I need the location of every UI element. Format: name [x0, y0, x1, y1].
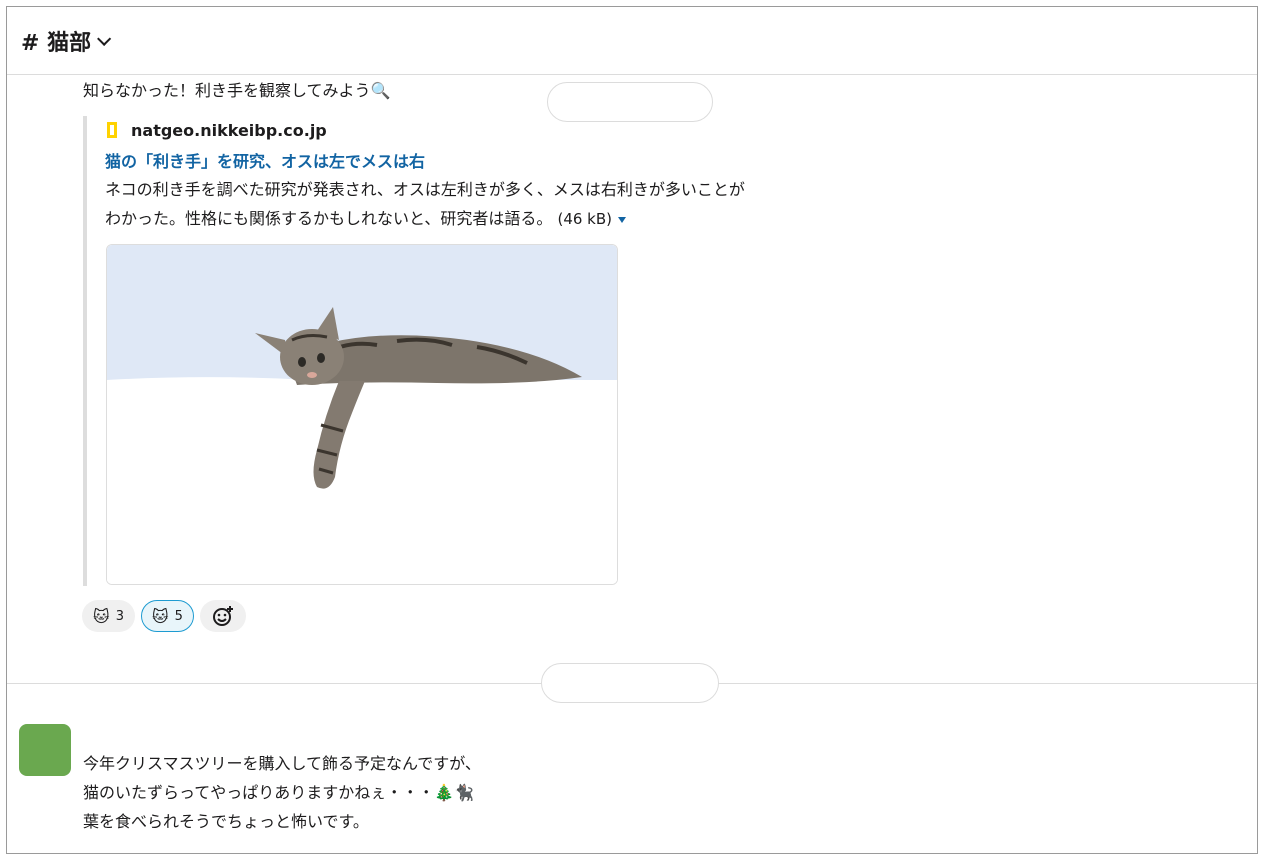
message-text: 今年クリスマスツリーを購入して飾る予定なんですが、 猫のいたずらってやっぱりあり… [83, 749, 481, 836]
message-line: 猫のいたずらってやっぱりありますかねぇ・・・🎄🐈‍⬛ [83, 783, 475, 802]
image-size-label: (46 kB) [557, 210, 613, 228]
reaction-bar: 🐱 3 🐱 5 [82, 600, 246, 632]
unfurl-description-line: ネコの利き手を調べた研究が発表され、オスは左利きが多く、メスは右利きが多いことが [105, 180, 745, 199]
unfurl-description-line: わかった。性格にも関係するかもしれないと、研究者は語る。 [105, 209, 553, 228]
unfurl-description: ネコの利き手を調べた研究が発表され、オスは左利きが多く、メスは右利きが多いことが… [105, 175, 925, 234]
reaction-pill[interactable]: 🐱 3 [82, 600, 135, 632]
reaction-pill-selected[interactable]: 🐱 5 [140, 600, 194, 632]
channel-name-button[interactable]: # 猫部 [21, 25, 112, 57]
unfurl-image[interactable] [106, 244, 618, 585]
image-size-toggle[interactable]: (46 kB) [557, 210, 627, 228]
message-line: 今年クリスマスツリーを購入して飾る予定なんですが、 [83, 754, 481, 773]
kitten-image [107, 245, 617, 584]
channel-window: # 猫部 知らなかった！利き手を観察してみよう🔍 natgeo.nikkeibp… [6, 6, 1258, 854]
date-divider-pill[interactable] [541, 663, 719, 703]
channel-name-label: # 猫部 [21, 31, 92, 56]
channel-header: # 猫部 [7, 7, 1257, 75]
unfurl-site: natgeo.nikkeibp.co.jp [105, 118, 623, 142]
reaction-count: 3 [115, 608, 124, 624]
avatar[interactable] [19, 724, 71, 776]
reaction-count: 5 [174, 608, 183, 624]
unfurl-site-name: natgeo.nikkeibp.co.jp [131, 120, 327, 140]
chevron-down-icon [97, 31, 112, 46]
add-emoji-icon [212, 606, 233, 626]
cat-face-icon: 🐱 [93, 606, 110, 626]
site-logo-icon [107, 122, 117, 138]
caret-down-icon [618, 216, 627, 223]
unfurl-title-link[interactable]: 猫の「利き手」を研究、オスは左でメスは右 [105, 148, 623, 172]
cat-face-icon: 🐱 [151, 606, 169, 626]
message-line: 葉を食べられそうでちょっと怖いです。 [83, 812, 369, 831]
message-text: 知らなかった！利き手を観察してみよう🔍 [83, 81, 391, 100]
add-reaction-button[interactable] [199, 600, 246, 632]
